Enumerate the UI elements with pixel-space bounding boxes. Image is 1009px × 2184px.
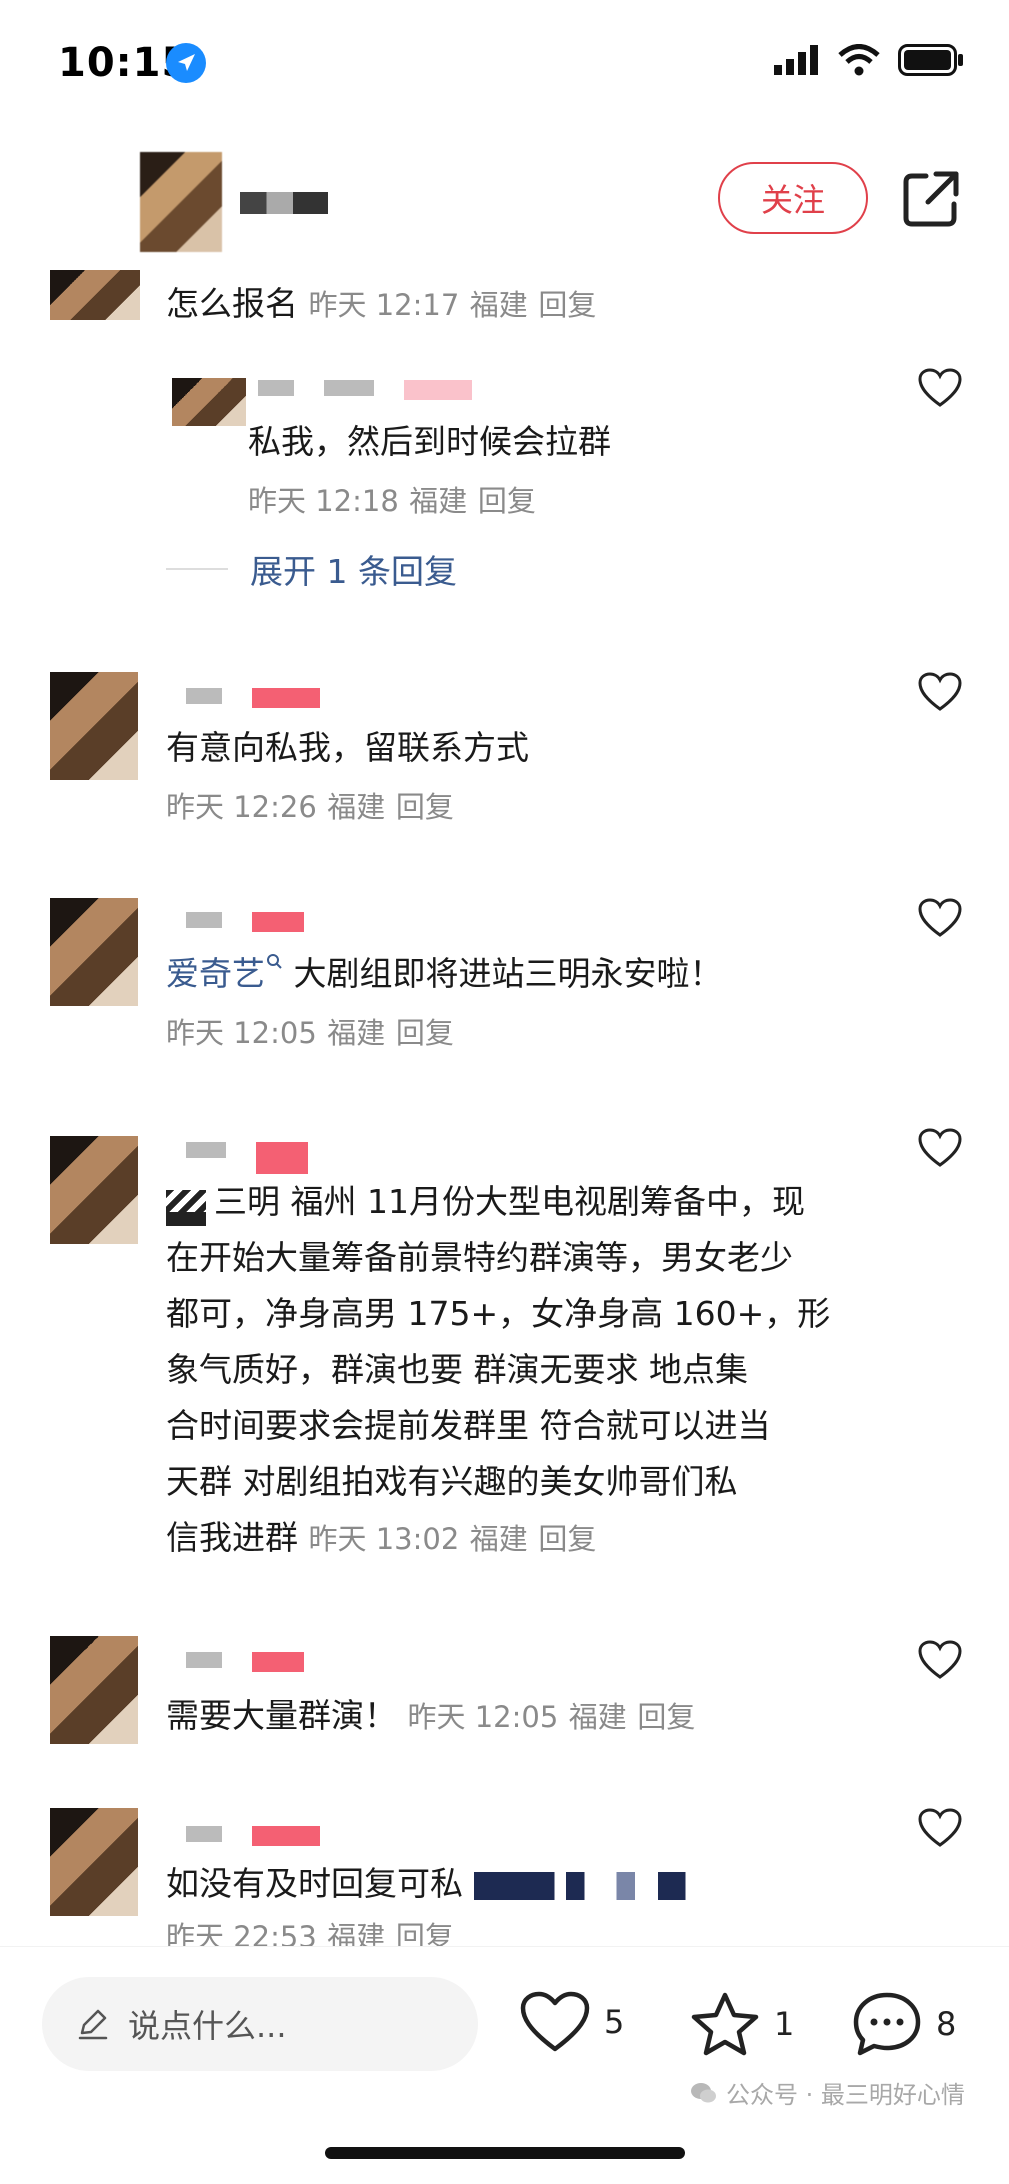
comment-date: 昨天 12:17 bbox=[308, 288, 460, 322]
chat-bubble-icon bbox=[853, 1992, 921, 2056]
reply-link[interactable]: 回复 bbox=[538, 288, 596, 322]
pencil-icon bbox=[78, 2009, 108, 2040]
reply-text: 私我，然后到时候会拉群 bbox=[248, 422, 611, 461]
comment-text: 有意向私我，留联系方式 bbox=[166, 728, 529, 767]
comment-text: 如没有及时回复可私 bbox=[166, 1864, 463, 1903]
comment-body-rest: 在开始大量筹备前景特约群演等，男女老少 都可，净身高男 175+，女净身高 16… bbox=[166, 1230, 886, 1567]
comment-location: 福建 bbox=[327, 1016, 386, 1050]
replier-name-redacted[interactable] bbox=[258, 380, 472, 400]
search-small-icon bbox=[267, 954, 282, 969]
expand-replies[interactable]: 展开 1 条回复 bbox=[166, 545, 457, 593]
commenter-avatar[interactable] bbox=[50, 898, 138, 1006]
comment-line: 信我进群 bbox=[166, 1518, 298, 1557]
like-heart-icon[interactable] bbox=[918, 898, 962, 938]
reply-meta: 昨天 12:18 福建 回复 bbox=[248, 472, 536, 529]
comment-meta: 昨天 12:05 福建 回复 bbox=[166, 1004, 454, 1061]
reply-link[interactable]: 回复 bbox=[396, 1920, 454, 1948]
author-avatar[interactable] bbox=[140, 152, 222, 252]
heart-icon bbox=[520, 1991, 590, 2052]
expand-replies-label[interactable]: 展开 1 条回复 bbox=[250, 545, 457, 593]
reply-link[interactable]: 回复 bbox=[396, 1016, 454, 1050]
share-icon[interactable] bbox=[898, 166, 964, 232]
comment-location: 福建 bbox=[568, 1700, 627, 1734]
status-bar: 10:15 bbox=[0, 0, 1009, 120]
comment-line: 合时间要求会提前发群里 符合就可以进当 bbox=[166, 1406, 771, 1445]
comment-input[interactable]: 说点什么... bbox=[42, 1977, 478, 2071]
comment-line: 三明 福州 11月份大型电视剧筹备中，现 bbox=[214, 1182, 805, 1221]
comment-input-placeholder: 说点什么... bbox=[128, 2007, 287, 2045]
status-icons bbox=[774, 44, 964, 76]
commenter-avatar[interactable] bbox=[50, 1636, 138, 1744]
comment-text: 怎么报名 bbox=[166, 284, 298, 323]
reply-date: 昨天 12:18 bbox=[248, 484, 399, 518]
star-icon bbox=[691, 1992, 759, 2056]
favorite-button[interactable]: 1 bbox=[690, 1991, 794, 2057]
reply-link[interactable]: 回复 bbox=[637, 1700, 695, 1734]
comment-text: 大剧组即将进站三明永安啦！ bbox=[293, 954, 723, 993]
watermark: 公众号 · 最三明好心情 bbox=[690, 2075, 965, 2110]
comment-meta: 昨天 12:26 福建 回复 bbox=[166, 778, 454, 835]
commenter-avatar[interactable] bbox=[50, 1136, 138, 1244]
comment-last-line: 信我进群 昨天 13:02 福建 回复 bbox=[166, 1510, 886, 1567]
comment-body: 爱奇艺 大剧组即将进站三明永安啦！ bbox=[166, 946, 723, 1002]
comment-line: 天群 对剧组拍戏有兴趣的美女帅哥们私 bbox=[166, 1462, 738, 1501]
comment-meta: 昨天 22:53 福建 回复 bbox=[166, 1914, 454, 1948]
reply-link[interactable]: 回复 bbox=[538, 1522, 596, 1556]
reply-link[interactable]: 回复 bbox=[478, 484, 536, 518]
comment-line: 象气质好，群演也要 群演无要求 地点集 bbox=[166, 1350, 748, 1389]
like-heart-icon[interactable] bbox=[918, 672, 962, 712]
cellular-signal-icon bbox=[774, 45, 818, 75]
expand-divider bbox=[166, 568, 228, 570]
home-indicator[interactable] bbox=[325, 2147, 685, 2159]
mention-tag[interactable]: 爱奇艺 bbox=[166, 954, 265, 993]
like-count: 5 bbox=[604, 2003, 625, 2041]
comment-date: 昨天 12:26 bbox=[166, 790, 317, 824]
comment-text: 需要大量群演！ bbox=[166, 1696, 397, 1735]
commenter-name-redacted[interactable] bbox=[186, 688, 320, 708]
comment-line: 都可，净身高男 175+，女净身高 160+，形 bbox=[166, 1294, 831, 1333]
location-arrow-icon bbox=[166, 43, 206, 83]
commenter-avatar[interactable] bbox=[50, 672, 138, 780]
comment-location: 福建 bbox=[327, 790, 386, 824]
author-name-redacted[interactable] bbox=[240, 192, 328, 214]
commenter-avatar[interactable] bbox=[50, 270, 140, 320]
commenter-name-redacted[interactable] bbox=[186, 1826, 320, 1846]
commenter-name-redacted[interactable] bbox=[186, 912, 304, 932]
like-heart-icon[interactable] bbox=[918, 368, 962, 408]
comment-body: 三明 福州 11月份大型电视剧筹备中，现 bbox=[166, 1174, 886, 1230]
comment-body: 需要大量群演！ 昨天 12:05 福建 回复 bbox=[166, 1688, 695, 1745]
follow-button[interactable]: 关注 bbox=[718, 162, 868, 234]
comment-date: 昨天 12:05 bbox=[166, 1016, 317, 1050]
comment-line: 在开始大量筹备前景特约群演等，男女老少 bbox=[166, 1238, 793, 1277]
comment-body: 如没有及时回复可私 bbox=[166, 1856, 704, 1912]
wifi-icon bbox=[838, 44, 880, 76]
bottom-action-bar: 说点什么... 5 1 8 公众号 · 最三明好心情 bbox=[0, 1946, 1009, 2184]
comment-count: 8 bbox=[936, 2005, 957, 2043]
comment-date: 昨天 13:02 bbox=[308, 1522, 460, 1556]
like-heart-icon[interactable] bbox=[918, 1640, 962, 1680]
battery-icon bbox=[898, 44, 963, 76]
commenter-name-redacted[interactable] bbox=[186, 1652, 304, 1672]
like-button[interactable]: 5 bbox=[520, 1991, 624, 2053]
comment-body: 怎么报名 昨天 12:17 福建 回复 bbox=[166, 276, 596, 333]
comment-location: 福建 bbox=[469, 288, 528, 322]
commenter-name-redacted[interactable] bbox=[186, 1142, 308, 1174]
favorite-count: 1 bbox=[774, 2005, 795, 2043]
wechat-icon bbox=[691, 2082, 716, 2102]
contact-redacted bbox=[473, 1871, 704, 1900]
comment-date: 昨天 22:53 bbox=[166, 1920, 317, 1948]
watermark-text: 公众号 · 最三明好心情 bbox=[726, 2081, 965, 2109]
reply-link[interactable]: 回复 bbox=[396, 790, 454, 824]
comments-button[interactable]: 8 bbox=[852, 1991, 956, 2057]
comment-location: 福建 bbox=[469, 1522, 528, 1556]
commenter-avatar[interactable] bbox=[50, 1808, 138, 1916]
comment-location: 福建 bbox=[327, 1920, 386, 1948]
post-header: 关注 bbox=[0, 140, 1009, 280]
like-heart-icon[interactable] bbox=[918, 1808, 962, 1848]
like-heart-icon[interactable] bbox=[918, 1128, 962, 1168]
comment-date: 昨天 12:05 bbox=[407, 1700, 559, 1734]
reply-location: 福建 bbox=[409, 484, 468, 518]
replier-avatar[interactable] bbox=[172, 378, 246, 426]
